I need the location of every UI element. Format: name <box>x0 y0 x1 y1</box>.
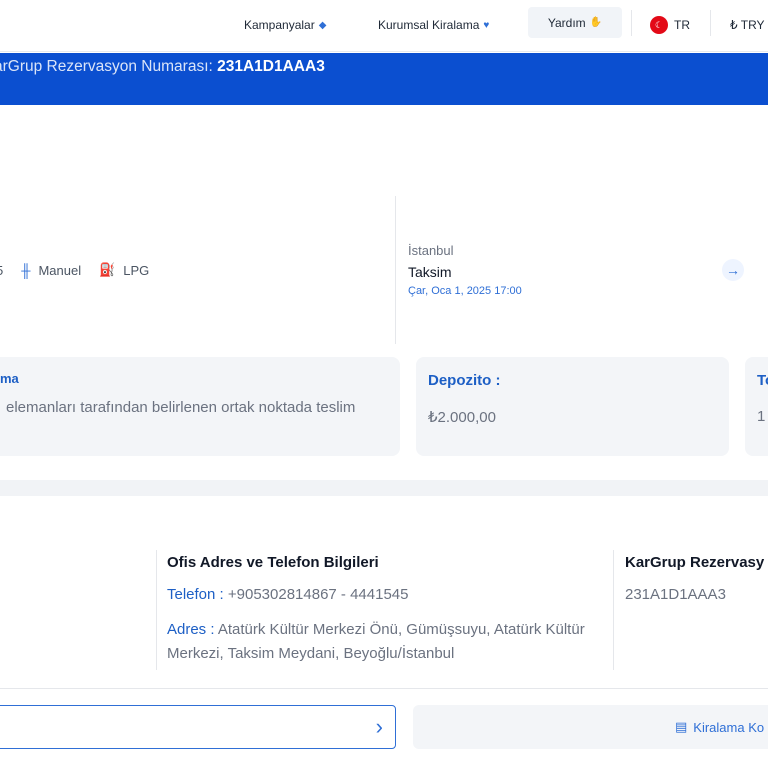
gear-shift-icon: ╫ <box>21 262 31 278</box>
nav-help-label: Yardım <box>547 15 586 30</box>
currency-label: ₺ TRY <box>730 18 765 32</box>
delivery-card-body: elemanları tarafından belirlenen ortak n… <box>6 399 356 416</box>
rental-conditions-button[interactable]: ▤ Kiralama Ko <box>413 705 768 749</box>
document-icon: ▤ <box>675 719 688 734</box>
office-info-title: Ofis Adres ve Telefon Bilgileri <box>167 554 379 571</box>
car-specs: 5 ╫ Manuel ⛽ LPG <box>0 262 167 278</box>
rental-conditions-content: ▤ Kiralama Ko <box>675 719 764 735</box>
reservation-info-title: KarGrup Rezervasy <box>625 554 765 571</box>
phone-value: +905302814867 - 4441545 <box>227 586 409 603</box>
delivery-card: ma elemanları tarafından belirlenen orta… <box>0 357 400 456</box>
turkey-flag-icon: ☾ <box>650 16 668 34</box>
tag-icon: ◆ <box>318 19 327 31</box>
delivery-card-title: ma <box>0 371 19 386</box>
heart-icon: ♥ <box>483 19 490 31</box>
arrow-right-icon[interactable]: → <box>722 259 744 281</box>
deposit-card: Depozito : ₺2.000,00 <box>416 357 729 456</box>
total-card-title: To <box>757 372 768 389</box>
pickup-datetime: Çar, Oca 1, 2025 17:00 <box>408 285 522 297</box>
spec-transmission-label: Manuel <box>38 262 82 278</box>
banner-text: arGrup Rezervasyon Numarası: 231A1D1AAA3 <box>0 58 325 76</box>
nav-campaigns-label: Kampanyalar <box>244 18 315 32</box>
expand-section-button[interactable]: › <box>0 705 396 749</box>
spec-fuel: ⛽ LPG <box>99 262 149 278</box>
phone-label: Telefon : <box>167 586 224 603</box>
column-divider <box>613 550 614 670</box>
vertical-divider <box>395 196 396 344</box>
rental-conditions-label: Kiralama Ko <box>693 719 765 735</box>
spec-seats: 5 <box>0 263 3 278</box>
currency-selector[interactable]: ₺ TRY <box>730 14 765 36</box>
pickup-place: Taksim <box>408 264 452 280</box>
language-selector[interactable]: ☾ TR <box>650 14 690 36</box>
chevron-right-icon: › <box>375 714 383 739</box>
banner-reservation-number: 231A1D1AAA3 <box>217 58 325 75</box>
nav-help[interactable]: Yardım ✋ <box>528 7 622 38</box>
total-card: To 1 <box>745 357 768 456</box>
deposit-card-title: Depozito : <box>428 372 501 389</box>
horizontal-divider <box>0 688 768 689</box>
top-nav: Kampanyalar ◆ Kurumsal Kiralama ♥ Yardım… <box>0 0 768 52</box>
nav-separator <box>631 10 632 36</box>
nav-separator <box>710 10 711 36</box>
address-label: Adres : <box>167 621 215 638</box>
banner-label: arGrup Rezervasyon Numarası: <box>0 58 213 75</box>
fuel-pump-icon: ⛽ <box>99 262 116 277</box>
section-separator <box>0 480 768 496</box>
deposit-card-value: ₺2.000,00 <box>428 409 496 426</box>
spec-seats-label: 5 <box>0 263 3 278</box>
total-card-value: 1 <box>757 408 766 425</box>
nav-campaigns[interactable]: Kampanyalar ◆ <box>244 14 326 36</box>
pickup-city: İstanbul <box>408 243 454 258</box>
office-address: Adres : Atatürk Kültür Merkezi Önü, Gümü… <box>167 618 597 666</box>
spec-transmission: ╫ Manuel <box>21 263 81 278</box>
column-divider <box>156 550 157 670</box>
spec-fuel-label: LPG <box>123 262 150 278</box>
reservation-banner: arGrup Rezervasyon Numarası: 231A1D1AAA3 <box>0 53 768 105</box>
office-phone: Telefon : +905302814867 - 4441545 <box>167 586 408 603</box>
nav-corporate-label: Kurumsal Kiralama <box>378 18 480 32</box>
nav-corporate-rental[interactable]: Kurumsal Kiralama ♥ <box>378 14 489 36</box>
reservation-info-number: 231A1D1AAA3 <box>625 586 726 603</box>
help-hand-icon: ✋ <box>589 17 603 28</box>
language-label: TR <box>674 18 690 32</box>
address-value: Atatürk Kültür Merkezi Önü, Gümüşsuyu, A… <box>167 621 585 662</box>
